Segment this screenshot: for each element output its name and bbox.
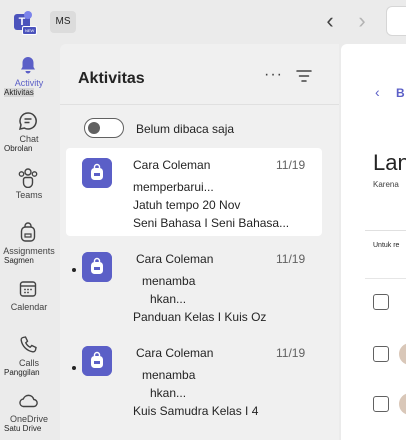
rail-label-calls-local: Panggilan	[4, 368, 40, 377]
feed-action: menamba	[142, 368, 196, 382]
search-box[interactable]	[386, 6, 406, 36]
activity-feed-item[interactable]: Cara Coleman 11/19 memperbarui... Jatuh …	[66, 148, 322, 236]
teams-logo-icon: T NEW	[14, 11, 38, 35]
feed-context: Seni Bahasa I Seni Bahasa...	[133, 216, 290, 230]
feed-action: menamba	[142, 274, 196, 288]
pane-divider	[60, 104, 339, 105]
rail-item-calendar[interactable]: Calendar	[0, 268, 58, 324]
backpack-icon	[20, 222, 36, 242]
detail-subtitle: Karena	[373, 180, 399, 189]
rail-label-calendar: Calendar	[10, 302, 48, 312]
feed-date: 11/19	[276, 252, 306, 266]
feed-sender: Cara Coleman	[136, 346, 214, 360]
back-link-label[interactable]: B	[396, 86, 405, 100]
feed-context: Panduan Kelas I Kuis Oz	[133, 310, 267, 324]
calendar-icon	[19, 281, 37, 297]
feed-sender: Cara Coleman	[133, 158, 211, 172]
feed-date: 11/19	[276, 346, 306, 360]
more-options-icon[interactable]: ···	[264, 66, 283, 84]
pane-title: Aktivitas	[78, 70, 145, 87]
column-divider	[365, 278, 406, 279]
rail-label-calls: Calls	[18, 358, 39, 368]
unread-only-label: Belum dibaca saja	[136, 122, 235, 136]
new-badge: NEW	[22, 26, 38, 35]
rail-label-activity: Activity	[14, 78, 44, 88]
feed-action: memperbarui...	[133, 180, 214, 194]
cloud-icon	[19, 394, 38, 408]
row-checkbox[interactable]	[373, 346, 389, 362]
unread-only-toggle[interactable]	[84, 118, 124, 138]
bell-icon	[21, 57, 35, 74]
row-checkbox[interactable]	[373, 396, 389, 412]
rail-item-chat[interactable]: Chat Obrolan	[0, 100, 58, 156]
rail-label-chat-local: Obrolan	[4, 144, 33, 153]
rail-label-onedrive: OneDrive	[9, 414, 48, 424]
row-checkbox[interactable]	[373, 294, 389, 310]
feed-action-cont: hkan...	[150, 292, 187, 306]
rail-item-calls[interactable]: Calls Panggilan	[0, 324, 58, 380]
forward-arrow-icon[interactable]: ›	[352, 10, 372, 32]
feed-date: 11/19	[276, 158, 306, 172]
rail-item-onedrive[interactable]: OneDrive Satu Drive	[0, 380, 58, 436]
feed-action-cont: hkan...	[150, 386, 187, 400]
rail-label-activity-local: Aktivitas	[4, 88, 34, 97]
detail-title: Lan	[373, 150, 406, 175]
activity-feed-item[interactable]: Cara Coleman 11/19 menamba hkan... Kuis …	[66, 336, 322, 424]
back-arrow-icon[interactable]: ‹	[320, 10, 340, 32]
assignment-detail-pane: ‹ B Lan Karena Untuk re	[341, 44, 406, 440]
title-bar: T NEW MS ‹ ›	[0, 0, 406, 44]
rail-label-assignments: Assignments	[3, 246, 55, 256]
tenant-switcher[interactable]: MS	[50, 11, 76, 33]
header-divider	[365, 230, 406, 231]
rail-item-teams[interactable]: Teams	[0, 156, 58, 212]
teams-icon	[18, 168, 38, 188]
activity-pane: Aktivitas ··· Belum dibaca saja Cara Col…	[60, 44, 339, 440]
rail-label-assignments-local: Sagmen	[4, 256, 34, 265]
assignment-avatar-icon	[82, 252, 112, 282]
rail-label-onedrive-local: Satu Drive	[4, 424, 42, 433]
rail-item-activity[interactable]: Activity Aktivitas	[0, 44, 58, 100]
filter-icon[interactable]	[296, 70, 312, 82]
avatar	[399, 393, 406, 415]
avatar	[399, 343, 406, 365]
feed-sender: Cara Coleman	[136, 252, 214, 266]
column-header: Untuk re	[373, 242, 400, 249]
rail-label-chat: Chat	[19, 134, 39, 144]
chat-icon	[18, 112, 37, 131]
assignment-avatar-icon	[82, 346, 112, 376]
toggle-knob	[88, 122, 100, 134]
phone-icon	[20, 336, 37, 353]
activity-feed-item[interactable]: Cara Coleman 11/19 menamba hkan... Pandu…	[66, 242, 322, 330]
feed-context: Kuis Samudra Kelas I 4	[133, 404, 259, 418]
back-chevron-icon[interactable]: ‹	[375, 84, 380, 100]
app-rail: Activity Aktivitas Chat Obrolan Teams As…	[0, 44, 58, 440]
feed-due: Jatuh tempo 20 Nov	[133, 198, 241, 212]
rail-item-assignments[interactable]: Assignments Sagmen	[0, 212, 58, 268]
rail-label-teams: Teams	[15, 190, 43, 200]
assignment-avatar-icon	[82, 158, 112, 188]
